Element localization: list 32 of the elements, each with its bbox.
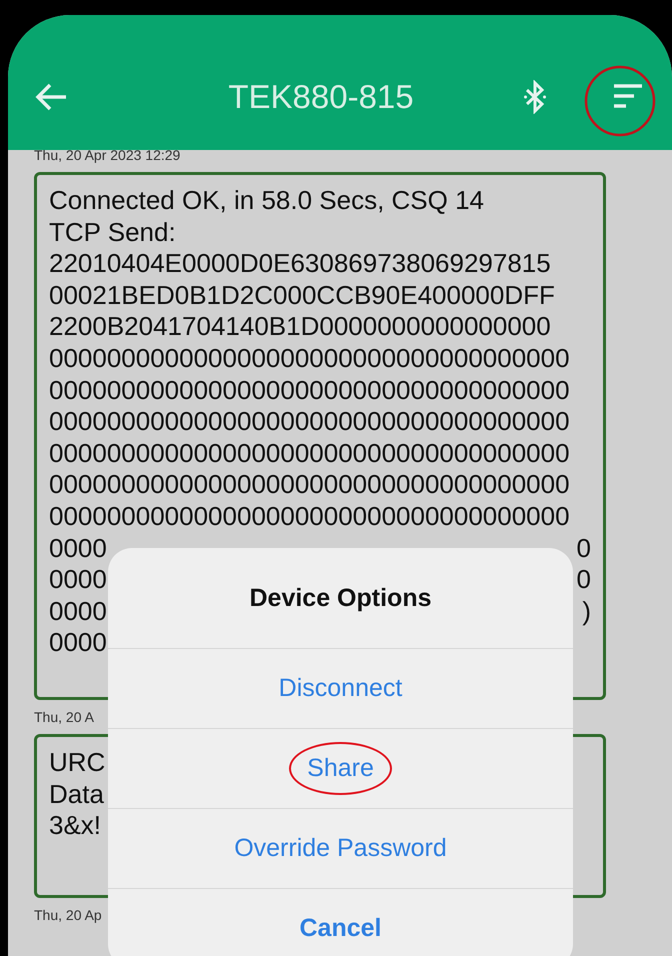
message-date: Thu, 20 Apr 2023 12:29	[34, 146, 180, 165]
message-date: Thu, 20 Ap	[34, 906, 102, 925]
bluetooth-icon[interactable]	[524, 80, 546, 114]
message-text: 22010404E0000D0E630869738069297815	[49, 248, 551, 280]
message-text: 00021BED0B1D2C000CCB90E400000DFF	[49, 280, 555, 312]
device-title: TEK880-815	[227, 78, 415, 116]
message-text: )	[582, 596, 591, 628]
dialog-option[interactable]: Override Password	[108, 809, 573, 889]
message-text: 0000	[49, 532, 107, 564]
message-text: Data	[49, 778, 104, 810]
message-text: 0	[576, 532, 591, 564]
message-text: 000000000000000000000000000000000000	[49, 342, 570, 375]
message-text: TCP Send:	[49, 216, 176, 248]
dialog-title: Device Options	[108, 548, 573, 649]
message-text: 2200B2041704140B1D0000000000000000	[49, 311, 551, 343]
back-arrow-icon[interactable]	[34, 82, 68, 112]
dialog-option[interactable]: Cancel	[108, 889, 573, 956]
message-text: 0	[576, 564, 591, 596]
dialog-option[interactable]: Share	[108, 729, 573, 809]
message-text: 0000	[49, 596, 107, 628]
message-text: Connected OK, in 58.0 Secs, CSQ 14	[49, 185, 484, 217]
message-text: 0000	[49, 627, 107, 659]
message-text: 3&x!	[49, 810, 102, 842]
message-text: 000000000000000000000000000000000000	[49, 406, 570, 438]
message-text: 000000000000000000000000000000000000	[49, 374, 570, 406]
message-date: Thu, 20 A	[34, 708, 94, 727]
message-text: 000000000000000000000000000000000000	[49, 500, 570, 533]
message-text: URC	[49, 746, 106, 778]
message-text: 000000000000000000000000000000000000	[49, 469, 570, 501]
message-text: 000000000000000000000000000000000000	[49, 438, 570, 470]
dialog-option[interactable]: Disconnect	[108, 649, 573, 729]
message-text: 0000	[49, 564, 107, 596]
